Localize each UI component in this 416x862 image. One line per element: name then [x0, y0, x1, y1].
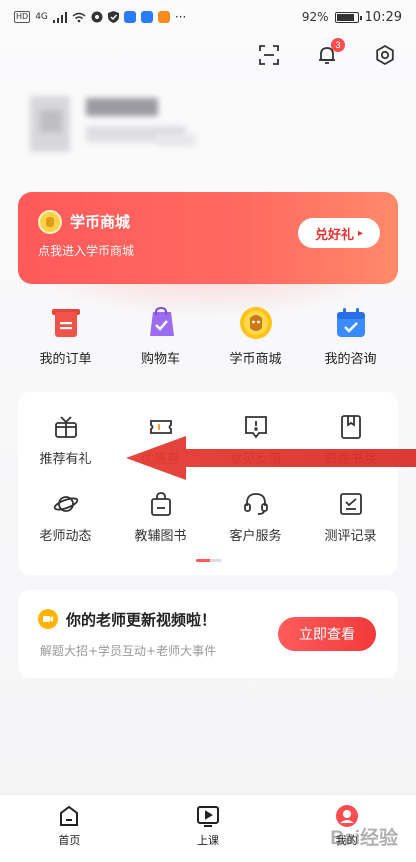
services-grid: 推荐有礼 优惠券 意见反馈 高途书院 老师动态 教辅图书 客户服务 测评记录	[18, 414, 398, 544]
page-dot	[210, 559, 222, 562]
consult-icon	[336, 308, 365, 337]
tab-home[interactable]: 首页	[0, 795, 139, 862]
service-assessment[interactable]: 测评记录	[303, 491, 398, 544]
service-label: 优惠券	[140, 452, 180, 467]
banner-subtitle: 点我进入学币商城	[38, 244, 135, 258]
cart-icon	[149, 306, 174, 336]
video-card-title: 你的老师更新视频啦！	[66, 611, 217, 629]
play-icon	[197, 806, 219, 827]
quick-label-consult: 我的咨询	[324, 352, 377, 367]
quick-actions: 我的订单 购物车 学币商城 我的咨询	[18, 306, 398, 367]
page-indicator	[196, 559, 222, 562]
quick-label-orders: 我的订单	[39, 352, 92, 367]
service-label: 老师动态	[39, 529, 92, 544]
redeem-gift-label: 兑好礼	[314, 227, 354, 243]
app-q-icon	[123, 11, 136, 23]
signal-bars-icon	[52, 11, 67, 23]
username-redacted	[86, 98, 158, 116]
home-icon	[60, 805, 79, 826]
coin-mall-banner[interactable]: 学币商城 点我进入学币商城 兑好礼 ▸	[18, 192, 398, 284]
quick-item-cart[interactable]: 购物车	[113, 306, 208, 367]
service-label: 测评记录	[324, 529, 377, 544]
redeem-gift-button[interactable]: 兑好礼 ▸	[298, 218, 380, 248]
gear-icon	[376, 44, 394, 66]
service-label: 教辅图书	[134, 529, 187, 544]
video-camera-icon	[38, 609, 58, 629]
book-icon	[340, 415, 361, 439]
banner-title: 学币商城	[70, 213, 131, 231]
view-now-button[interactable]: 立即查看	[278, 617, 376, 651]
service-label: 高途书院	[324, 452, 377, 467]
chevron-right-icon: ▸	[357, 227, 364, 239]
signal-indicator: 4G	[35, 12, 48, 22]
more-notifications: ···	[174, 10, 187, 24]
user-info-redacted-2	[156, 134, 196, 146]
quick-item-consult[interactable]: 我的咨询	[303, 306, 398, 367]
notification-button[interactable]: 3	[316, 38, 345, 66]
scan-button[interactable]	[258, 44, 280, 66]
coupon-icon	[149, 420, 172, 434]
service-coupon[interactable]: 优惠券	[113, 414, 208, 467]
settings-button[interactable]	[374, 44, 396, 66]
quick-item-coin-mall[interactable]: 学币商城	[208, 306, 303, 367]
tab-class[interactable]: 上课	[139, 795, 278, 862]
notification-app-icon	[91, 11, 103, 23]
baidu-watermark: Bai经验	[330, 828, 398, 849]
header-actions: 3	[258, 38, 396, 66]
service-label: 意见反馈	[229, 452, 282, 467]
hd-indicator: HD	[14, 11, 31, 23]
user-profile[interactable]	[16, 90, 216, 160]
tab-label-home: 首页	[58, 834, 81, 847]
coin-mall-icon	[239, 307, 272, 339]
service-label: 客户服务	[229, 529, 282, 544]
coin-icon	[38, 210, 62, 234]
order-icon	[51, 309, 80, 337]
notification-badge: 3	[331, 38, 345, 52]
app-play-icon	[157, 11, 170, 23]
status-bar: HD 4G ··· 92% 10:29	[0, 0, 416, 34]
battery-icon	[334, 11, 362, 23]
battery-percent: 92%	[301, 10, 329, 24]
avatar-shade	[40, 110, 62, 132]
wifi-icon	[72, 12, 86, 22]
app-bulb-icon	[140, 11, 153, 23]
feedback-icon	[244, 416, 267, 439]
video-card-subtitle: 解题大招+学员互动+老师大事件	[40, 644, 217, 658]
teacher-video-card[interactable]: 你的老师更新视频啦！ 解题大招+学员互动+老师大事件 立即查看	[18, 590, 398, 678]
shield-status-icon	[107, 11, 119, 23]
service-referral[interactable]: 推荐有礼	[18, 414, 113, 467]
headset-icon	[243, 493, 268, 515]
service-label: 推荐有礼	[39, 452, 92, 467]
service-books[interactable]: 教辅图书	[113, 491, 208, 544]
services-card: 推荐有礼 优惠券 意见反馈 高途书院 老师动态 教辅图书 客户服务 测评记录	[18, 392, 398, 575]
gift-icon	[54, 416, 77, 438]
service-teacher-news[interactable]: 老师动态	[18, 491, 113, 544]
quick-label-cart: 购物车	[140, 352, 180, 367]
record-icon	[339, 493, 362, 515]
quick-label-coin-mall: 学币商城	[229, 352, 282, 367]
service-academy[interactable]: 高途书院	[303, 414, 398, 467]
service-feedback[interactable]: 意见反馈	[208, 414, 303, 467]
tab-label-class: 上课	[197, 834, 219, 847]
clock: 10:29	[364, 9, 402, 25]
scan-icon	[259, 45, 279, 65]
bag-icon	[150, 492, 171, 516]
planet-icon	[53, 496, 78, 512]
page-dot-active	[196, 559, 210, 562]
service-customer[interactable]: 客户服务	[208, 491, 303, 544]
quick-item-orders[interactable]: 我的订单	[18, 306, 113, 367]
